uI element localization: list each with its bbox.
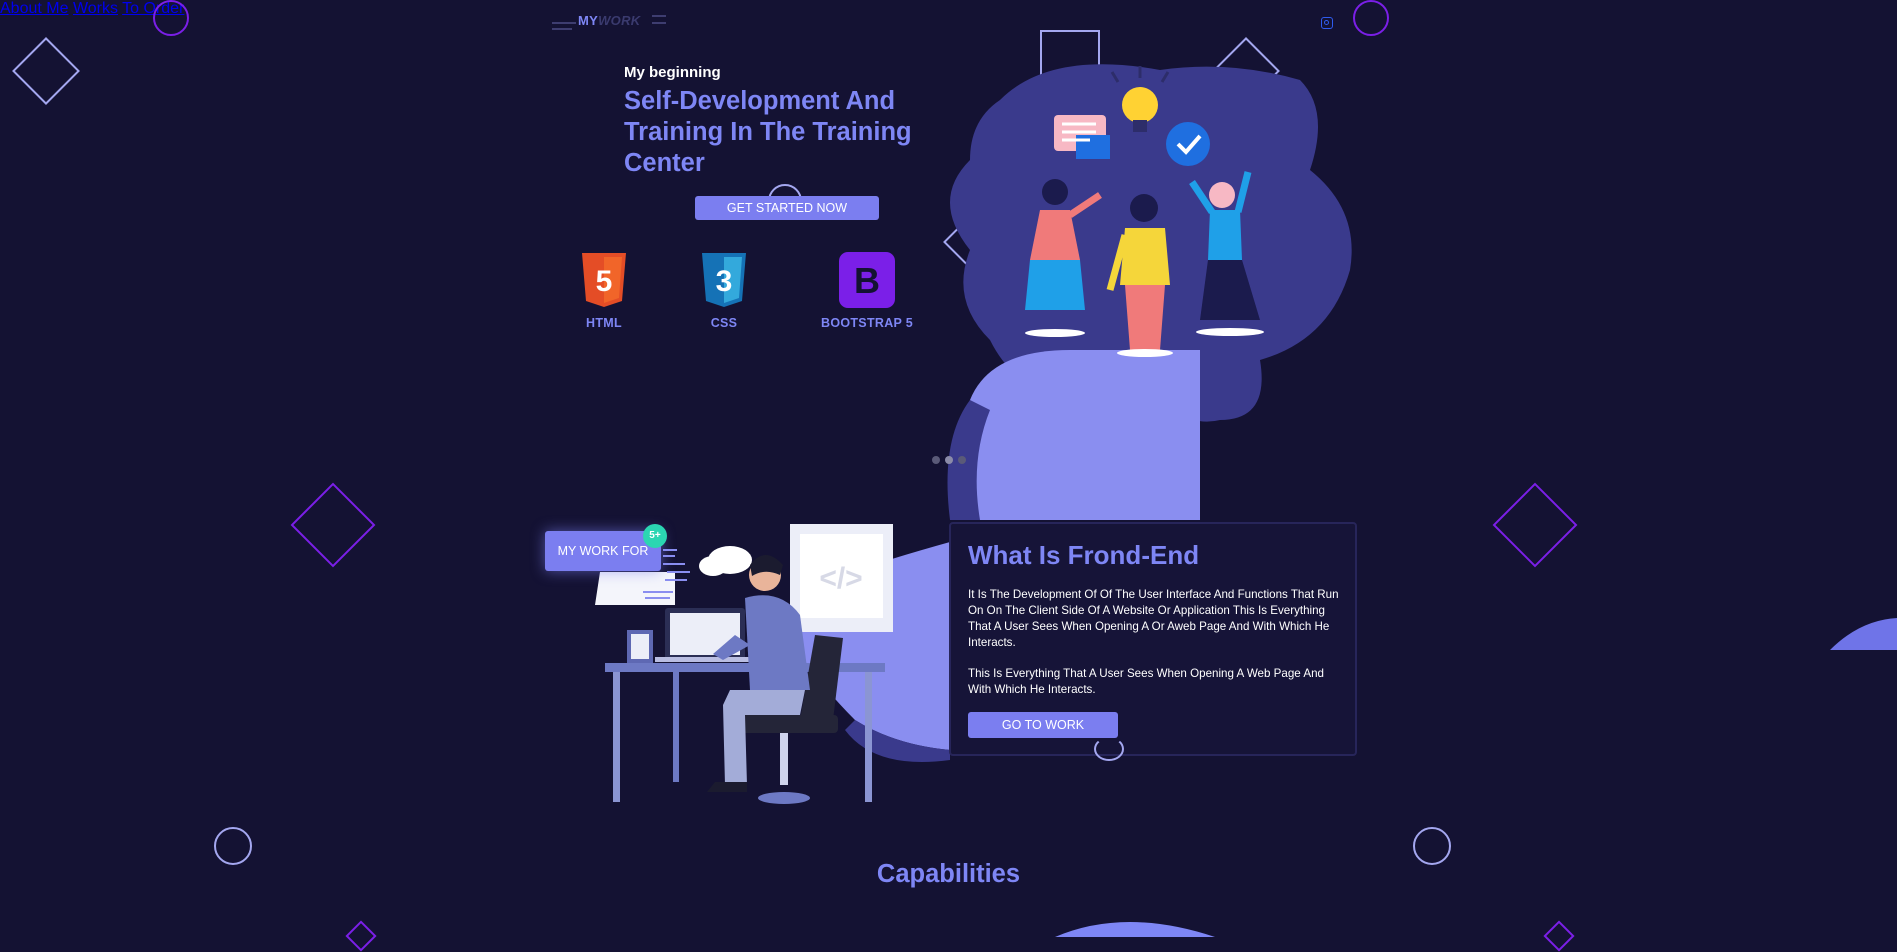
- carousel-indicators: [932, 456, 966, 464]
- card-paragraph-2: This Is Everything That A User Sees When…: [968, 667, 1324, 696]
- card-title: What Is Frond-End: [968, 540, 1200, 570]
- tech-item-bootstrap: B BOOTSTRAP 5: [812, 251, 922, 330]
- hero-illustration: [947, 64, 1352, 520]
- decor-circle: [1094, 737, 1124, 761]
- decor-diamond: [290, 482, 376, 568]
- brand-logo[interactable]: MYWORK: [578, 13, 640, 28]
- carousel-dot[interactable]: [932, 456, 940, 464]
- decor-diamond: [1492, 482, 1578, 568]
- get-started-button[interactable]: GET STARTED NOW: [695, 196, 879, 220]
- brand-logo-part2: WORK: [598, 13, 641, 28]
- hero-title: Self-Development And Training In The Tra…: [624, 87, 912, 177]
- decor-circle: [153, 0, 189, 36]
- bootstrap-icon: B: [839, 252, 895, 308]
- decor-diamond: [12, 37, 80, 105]
- tech-label-html: HTML: [586, 316, 622, 330]
- code-symbol: </>: [819, 562, 862, 595]
- carousel-dot[interactable]: [958, 456, 966, 464]
- nav-link-about-me[interactable]: About Me: [0, 0, 68, 17]
- card-paragraph-1: It Is The Development Of Of The User Int…: [968, 588, 1339, 649]
- html5-icon: 5: [582, 253, 626, 307]
- decor-wave: [1830, 618, 1897, 650]
- decor-blob: [1055, 922, 1215, 937]
- html5-icon-glyph: 5: [596, 265, 613, 298]
- instagram-icon[interactable]: [1321, 17, 1333, 29]
- hero-kicker: My beginning: [624, 64, 721, 81]
- tech-item-css: 3 CSS: [698, 251, 750, 330]
- nav-link-works[interactable]: Works: [73, 0, 118, 17]
- nav-menu: About Me Works To Order: [0, 0, 1897, 29]
- menu-toggle-icon[interactable]: [652, 15, 666, 29]
- carousel-dot-active[interactable]: [945, 456, 953, 464]
- tech-item-html: 5 HTML: [578, 251, 630, 330]
- bootstrap-icon-glyph: B: [854, 260, 880, 301]
- brand-logo-part1: MY: [578, 13, 599, 28]
- decor-diamond: [1543, 920, 1575, 952]
- css3-icon: 3: [702, 253, 746, 307]
- go-to-work-button[interactable]: GO TO WORK: [968, 712, 1118, 738]
- tech-label-css: CSS: [710, 316, 738, 330]
- capabilities-title: Capabilities: [876, 860, 1021, 888]
- css3-icon-glyph: 3: [716, 265, 733, 298]
- work-count-badge: 5+: [643, 524, 667, 548]
- tech-label-bootstrap: BOOTSTRAP 5: [821, 316, 913, 330]
- decor-diamond: [345, 920, 377, 952]
- decor-circle: [1353, 0, 1389, 36]
